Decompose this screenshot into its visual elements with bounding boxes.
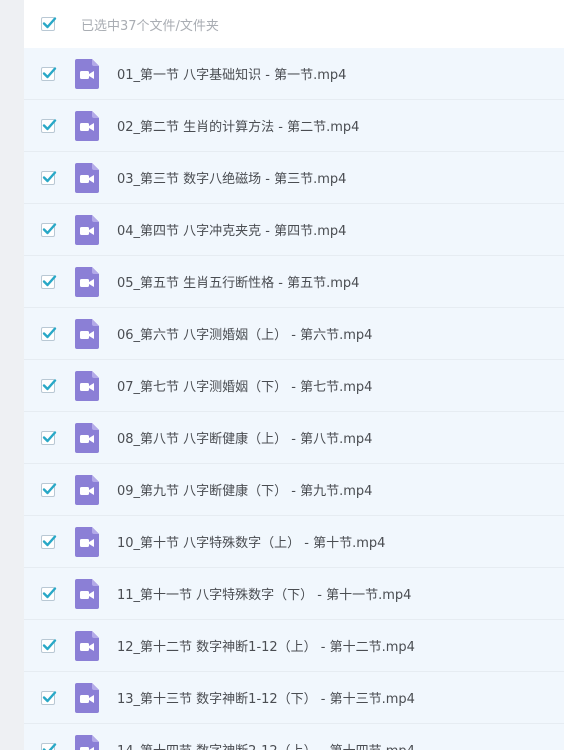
- file-name[interactable]: 12_第十二节 数字神断1-12（上） - 第十二节.mp4: [117, 636, 415, 655]
- file-name[interactable]: 05_第五节 生肖五行断性格 - 第五节.mp4: [117, 272, 359, 291]
- file-row[interactable]: 12_第十二节 数字神断1-12（上） - 第十二节.mp4: [24, 620, 564, 672]
- file-row[interactable]: 14_第十四节 数字神断2-12（上） - 第十四节.mp4: [24, 724, 564, 750]
- file-checkbox[interactable]: [41, 170, 57, 185]
- file-checkbox[interactable]: [41, 118, 57, 133]
- left-gutter: [0, 0, 24, 750]
- video-file-icon: [75, 578, 99, 609]
- video-file-icon: [75, 318, 99, 349]
- file-checkbox[interactable]: [41, 534, 57, 549]
- file-name[interactable]: 03_第三节 数字八绝磁场 - 第三节.mp4: [117, 168, 346, 187]
- file-checkbox[interactable]: [41, 430, 57, 445]
- checkmark-icon: [42, 170, 57, 182]
- checkmark-icon: [42, 378, 57, 390]
- file-name[interactable]: 11_第十一节 八字特殊数字（下） - 第十一节.mp4: [117, 584, 411, 603]
- checkmark-icon: [42, 326, 57, 338]
- file-checkbox[interactable]: [41, 742, 57, 750]
- file-row[interactable]: 09_第九节 八字断健康（下） - 第九节.mp4: [24, 464, 564, 516]
- checkmark-icon: [42, 118, 57, 130]
- file-name[interactable]: 06_第六节 八字测婚姻（上） - 第六节.mp4: [117, 324, 372, 343]
- checkmark-icon: [42, 586, 57, 598]
- file-list-page: 已选中37个文件/文件夹 01_第一节 八字基础知识 - 第一节.mp4 02_第…: [0, 0, 564, 750]
- file-row[interactable]: 07_第七节 八字测婚姻（下） - 第七节.mp4: [24, 360, 564, 412]
- file-name[interactable]: 10_第十节 八字特殊数字（上） - 第十节.mp4: [117, 532, 385, 551]
- file-checkbox[interactable]: [41, 378, 57, 393]
- video-file-icon: [75, 682, 99, 713]
- video-file-icon: [75, 526, 99, 557]
- checkmark-icon: [42, 222, 57, 234]
- file-row[interactable]: 13_第十三节 数字神断1-12（下） - 第十三节.mp4: [24, 672, 564, 724]
- checkmark-icon: [42, 274, 57, 286]
- file-checkbox[interactable]: [41, 274, 57, 289]
- file-list: 01_第一节 八字基础知识 - 第一节.mp4 02_第二节 生肖的计算方法 - …: [24, 48, 564, 750]
- file-row[interactable]: 10_第十节 八字特殊数字（上） - 第十节.mp4: [24, 516, 564, 568]
- file-name[interactable]: 09_第九节 八字断健康（下） - 第九节.mp4: [117, 480, 372, 499]
- checkmark-icon: [42, 66, 57, 78]
- selection-header: 已选中37个文件/文件夹: [24, 0, 564, 48]
- file-row[interactable]: 02_第二节 生肖的计算方法 - 第二节.mp4: [24, 100, 564, 152]
- file-row[interactable]: 01_第一节 八字基础知识 - 第一节.mp4: [24, 48, 564, 100]
- video-file-icon: [75, 422, 99, 453]
- checkmark-icon: [42, 430, 57, 442]
- file-name[interactable]: 08_第八节 八字断健康（上） - 第八节.mp4: [117, 428, 372, 447]
- file-checkbox[interactable]: [41, 326, 57, 341]
- checkmark-icon: [42, 742, 57, 750]
- video-file-icon: [75, 266, 99, 297]
- video-file-icon: [75, 474, 99, 505]
- file-name[interactable]: 13_第十三节 数字神断1-12（下） - 第十三节.mp4: [117, 688, 415, 707]
- file-name[interactable]: 02_第二节 生肖的计算方法 - 第二节.mp4: [117, 116, 359, 135]
- video-file-icon: [75, 110, 99, 141]
- file-name[interactable]: 04_第四节 八字冲克夹克 - 第四节.mp4: [117, 220, 346, 239]
- file-row[interactable]: 08_第八节 八字断健康（上） - 第八节.mp4: [24, 412, 564, 464]
- file-row[interactable]: 06_第六节 八字测婚姻（上） - 第六节.mp4: [24, 308, 564, 360]
- file-checkbox[interactable]: [41, 222, 57, 237]
- file-checkbox[interactable]: [41, 690, 57, 705]
- checkmark-icon: [42, 482, 57, 494]
- video-file-icon: [75, 214, 99, 245]
- selection-count-text: 已选中37个文件/文件夹: [81, 18, 219, 34]
- file-name[interactable]: 07_第七节 八字测婚姻（下） - 第七节.mp4: [117, 376, 372, 395]
- video-file-icon: [75, 630, 99, 661]
- checkmark-icon: [42, 690, 57, 702]
- file-row[interactable]: 11_第十一节 八字特殊数字（下） - 第十一节.mp4: [24, 568, 564, 620]
- file-checkbox[interactable]: [41, 482, 57, 497]
- select-all-checkbox[interactable]: [41, 17, 57, 31]
- file-row[interactable]: 04_第四节 八字冲克夹克 - 第四节.mp4: [24, 204, 564, 256]
- file-checkbox[interactable]: [41, 586, 57, 601]
- file-name[interactable]: 14_第十四节 数字神断2-12（上） - 第十四节.mp4: [117, 740, 415, 750]
- checkmark-icon: [42, 534, 57, 546]
- checkmark-icon: [42, 17, 57, 29]
- video-file-icon: [75, 58, 99, 89]
- file-row[interactable]: 05_第五节 生肖五行断性格 - 第五节.mp4: [24, 256, 564, 308]
- video-file-icon: [75, 162, 99, 193]
- video-file-icon: [75, 370, 99, 401]
- video-file-icon: [75, 734, 99, 750]
- file-name[interactable]: 01_第一节 八字基础知识 - 第一节.mp4: [117, 64, 346, 83]
- file-checkbox[interactable]: [41, 638, 57, 653]
- file-checkbox[interactable]: [41, 66, 57, 81]
- checkmark-icon: [42, 638, 57, 650]
- file-row[interactable]: 03_第三节 数字八绝磁场 - 第三节.mp4: [24, 152, 564, 204]
